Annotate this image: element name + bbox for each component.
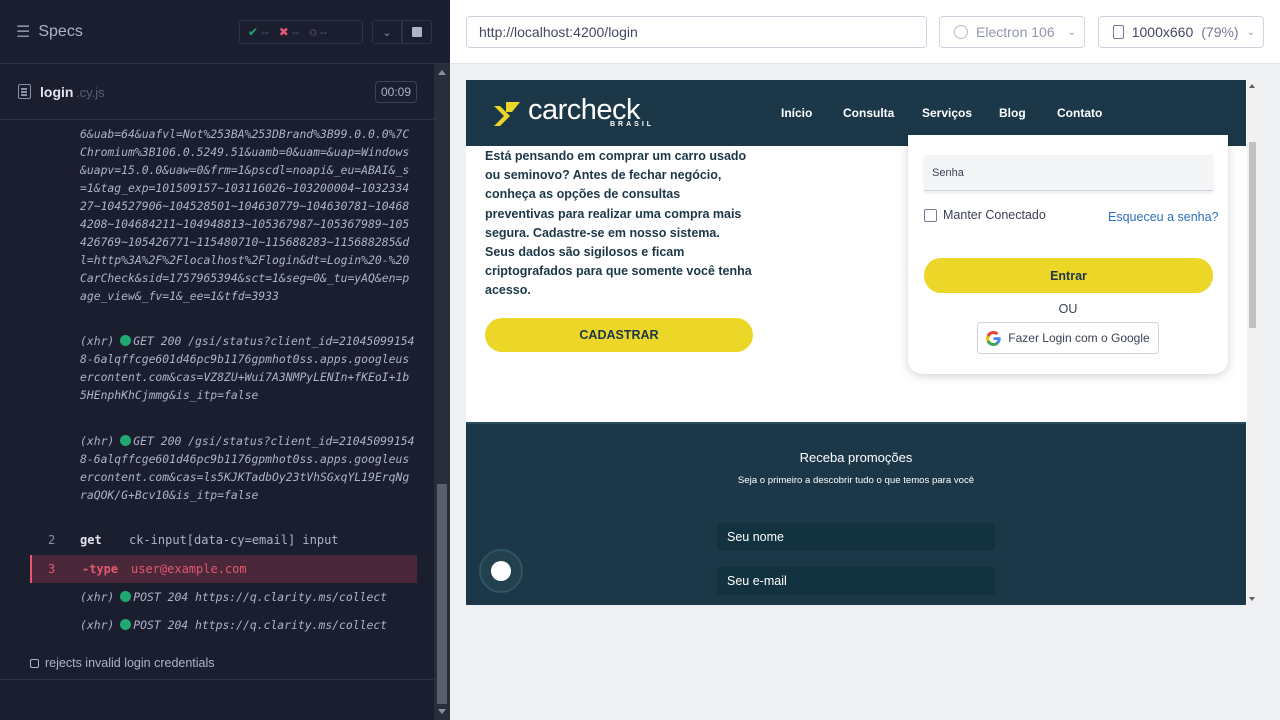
failed-stat: ✖ -- <box>278 25 300 39</box>
register-button[interactable]: CADASTRAR <box>485 318 753 352</box>
scroll-down-icon[interactable] <box>438 709 446 714</box>
xhr-log-entry[interactable]: (xhr) POST 204 https://q.clarity.ms/colle… <box>80 588 415 606</box>
status-dot-icon <box>120 591 132 602</box>
promo-subtitle: Seja o primeiro a descobrir tudo o que t… <box>737 475 975 486</box>
command-log: 6&uab=64&uafvl=Not%253BA%253DBrand%3B99.… <box>30 121 417 639</box>
chevron-down-icon: ⌄ <box>382 26 392 39</box>
xhr-log-entry[interactable]: (xhr) GET 200 /gsi/status?client_id=21045… <box>80 432 415 504</box>
viewport-icon <box>1113 25 1124 39</box>
command-number: 2 <box>48 533 56 547</box>
status-dot-icon <box>120 619 132 630</box>
aut-header: http://localhost:4200/login Electron 106… <box>450 0 1280 64</box>
scroll-down-icon[interactable] <box>1249 597 1255 601</box>
promo-title: Receba promoções <box>799 450 913 465</box>
viewport-size: 1000x660 <box>1131 24 1194 40</box>
chevron-down-icon: ⌄ <box>1067 26 1076 38</box>
scroll-thumb[interactable] <box>1249 142 1256 328</box>
test-title: rejects invalid login credentials <box>45 656 215 670</box>
command-get[interactable]: 2 get ck-input[data-cy=email] input <box>30 526 417 554</box>
url-log-text: 6&uab=64&uafvl=Not%253BA%253DBrand%3B99.… <box>80 127 410 303</box>
chevron-down-icon: ⌄ <box>1246 26 1255 38</box>
promo-email-input[interactable]: Seu e-mail <box>717 567 995 595</box>
spec-file-ext: .cy.js <box>76 85 105 100</box>
reporter-header: ☰ Specs ✔ -- ✖ -- ◌ -- ⌄ <box>0 0 450 64</box>
nav-blog[interactable]: Blog <box>999 106 1026 120</box>
checkbox-icon[interactable] <box>924 208 937 222</box>
or-divider-text: OU <box>1058 302 1078 316</box>
toggle-auto-scroll-button[interactable]: ⌄ <box>372 20 402 44</box>
pending-icon: ◌ <box>309 25 317 39</box>
google-login-button[interactable]: Fazer Login com o Google <box>977 322 1159 354</box>
nav-inicio[interactable]: Início <box>781 106 812 120</box>
nav-contato[interactable]: Contato <box>1057 106 1102 120</box>
test-stats: ✔ -- ✖ -- ◌ -- <box>239 20 363 44</box>
nav-consulta[interactable]: Consulta <box>843 106 894 120</box>
command-name: -type <box>82 562 119 576</box>
cross-icon: ✖ <box>278 25 289 39</box>
command-number: 3 <box>48 562 56 576</box>
viewport-scale: (79%) <box>1201 24 1239 40</box>
electron-icon <box>954 25 968 39</box>
command-name: get <box>80 533 102 547</box>
cypress-reporter: ☰ Specs ✔ -- ✖ -- ◌ -- ⌄ login .cy.js 00… <box>0 0 450 720</box>
xhr-log-entry[interactable]: (xhr) GET 200 /gsi/status?client_id=21045… <box>80 332 415 404</box>
status-dot-icon <box>120 335 132 346</box>
stop-icon <box>412 27 422 37</box>
scroll-up-icon[interactable] <box>438 70 446 75</box>
forgot-password-link[interactable]: Esqueceu a senha? <box>1108 210 1219 224</box>
list-icon: ☰ <box>16 24 31 41</box>
logo-subtitle: BRASIL <box>610 121 655 128</box>
password-field[interactable]: Senha <box>924 155 1213 191</box>
google-button-label: Fazer Login com o Google <box>1008 331 1150 345</box>
intro-text: Está pensando em comprar um carro usado … <box>485 149 752 298</box>
spec-file-name[interactable]: login <box>40 84 73 100</box>
browser-label: Electron 106 <box>976 24 1055 40</box>
scroll-up-icon[interactable] <box>1249 84 1255 88</box>
test-item[interactable]: rejects invalid login credentials <box>30 656 215 670</box>
carcheck-logo-icon <box>494 102 520 126</box>
keep-connected-label: Manter Conectado <box>943 208 1046 222</box>
nav-servicos[interactable]: Serviços <box>922 106 972 120</box>
scroll-thumb[interactable] <box>437 484 447 704</box>
check-icon: ✔ <box>248 25 259 39</box>
pending-stat: ◌ -- <box>309 25 328 39</box>
command-type[interactable]: 3 -type user@example.com <box>30 555 417 583</box>
command-message: ck-input[data-cy=email] input <box>129 533 339 547</box>
test-status-icon <box>30 658 39 668</box>
command-message: user@example.com <box>131 562 247 576</box>
aut-scrollbar[interactable] <box>1247 80 1258 605</box>
xhr-log-entry[interactable]: (xhr) POST 204 https://q.clarity.ms/colle… <box>80 616 415 634</box>
document-icon <box>18 84 31 99</box>
app-under-test: carcheck BRASIL Início Consulta Serviços… <box>466 80 1258 605</box>
login-button[interactable]: Entrar <box>924 258 1213 293</box>
promo-section: Receba promoções Seja o primeiro a desco… <box>466 422 1246 605</box>
support-agent-icon <box>491 561 511 581</box>
divider <box>0 679 434 680</box>
google-icon <box>986 330 1001 346</box>
viewport-selector[interactable]: 1000x660 (79%) ⌄ <box>1098 16 1264 48</box>
specs-button[interactable]: ☰ Specs <box>16 22 83 42</box>
passed-stat: ✔ -- <box>248 25 269 39</box>
reporter-scrollbar[interactable] <box>434 64 450 720</box>
browser-selector[interactable]: Electron 106 ⌄ <box>939 16 1085 48</box>
stop-button[interactable] <box>402 20 432 44</box>
keep-connected-checkbox[interactable]: Manter Conectado <box>924 208 1046 222</box>
login-card: Senha Manter Conectado Esqueceu a senha?… <box>908 135 1228 374</box>
promo-name-input[interactable]: Seu nome <box>717 523 995 551</box>
specs-label: Specs <box>38 23 83 40</box>
run-duration: 00:09 <box>375 81 417 103</box>
support-chat-button[interactable] <box>479 549 523 593</box>
status-dot-icon <box>120 435 132 446</box>
url-bar[interactable]: http://localhost:4200/login <box>466 16 927 48</box>
spec-file-row: login .cy.js 00:09 <box>0 64 434 120</box>
